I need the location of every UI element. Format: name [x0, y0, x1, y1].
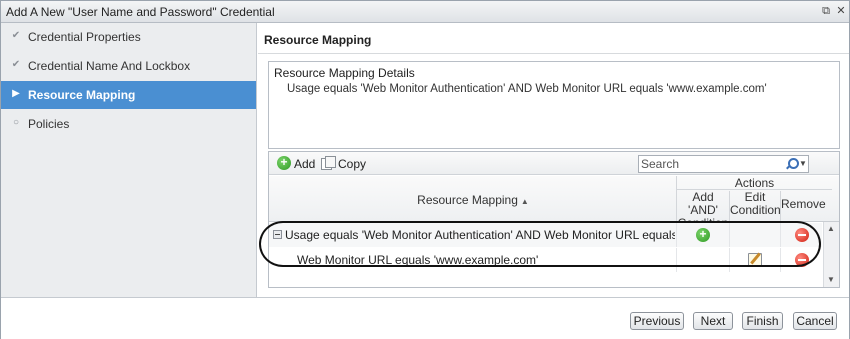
- finish-button[interactable]: Finish: [742, 312, 783, 330]
- remove-cell: [781, 223, 822, 247]
- dialog-title: Add A New "User Name and Password" Crede…: [6, 5, 275, 19]
- wizard-steps: ✔ Credential Properties ✔ Credential Nam…: [1, 23, 257, 297]
- column-label: Remove: [781, 197, 826, 211]
- copy-icon: [321, 156, 336, 170]
- grid-toolbar: + Add Copy ▼: [269, 152, 839, 175]
- step-credential-properties[interactable]: ✔ Credential Properties: [1, 23, 256, 51]
- search-box: ▼: [638, 155, 809, 173]
- row-text: Usage equals 'Web Monitor Authentication…: [285, 228, 675, 242]
- column-label: Edit: [744, 190, 766, 204]
- add-label: Add: [294, 157, 316, 171]
- details-text: Usage equals 'Web Monitor Authentication…: [287, 83, 767, 95]
- search-icon[interactable]: [785, 158, 799, 170]
- search-input[interactable]: [641, 157, 781, 171]
- add-condition-icon[interactable]: +: [696, 228, 710, 242]
- add-icon: +: [277, 156, 291, 170]
- step-policies[interactable]: ○ Policies: [1, 110, 256, 138]
- column-label: Add 'AND': [688, 190, 718, 217]
- circle-icon: ○: [12, 117, 20, 128]
- cancel-button[interactable]: Cancel: [793, 312, 837, 330]
- restore-icon[interactable]: ⧉: [819, 4, 833, 18]
- actions-group-header: Actions: [677, 176, 832, 190]
- mapping-cell: Web Monitor URL equals 'www.example.com': [269, 248, 677, 272]
- edit-cell: [730, 223, 781, 247]
- copy-label: Copy: [338, 157, 367, 171]
- column-label: Resource Mapping: [417, 193, 518, 207]
- scroll-up-icon[interactable]: ▲: [827, 224, 835, 233]
- vertical-scrollbar[interactable]: ▲ ▼: [823, 222, 839, 287]
- column-remove: Remove: [781, 191, 826, 222]
- add-and-cell: [677, 248, 730, 272]
- step-label: Policies: [28, 117, 70, 131]
- chevron-down-icon[interactable]: ▼: [799, 159, 807, 168]
- page-title: Resource Mapping: [264, 33, 372, 47]
- remove-cell: [781, 248, 822, 272]
- next-button[interactable]: Next: [693, 312, 733, 330]
- scroll-down-icon[interactable]: ▼: [827, 275, 835, 284]
- mapping-grid: + Add Copy ▼ Resource Mapping▲ Actions: [268, 151, 840, 288]
- remove-icon[interactable]: [795, 228, 809, 242]
- content-pane: Resource Mapping Resource Mapping Detail…: [258, 23, 849, 297]
- column-edit-condition: Edit Condition: [730, 191, 781, 222]
- dialog-footer: Previous Next Finish Cancel: [1, 297, 849, 339]
- mapping-cell: Usage equals 'Web Monitor Authentication…: [269, 223, 677, 247]
- play-arrow-icon: ▶: [12, 88, 20, 99]
- remove-icon[interactable]: [795, 253, 809, 267]
- step-label: Resource Mapping: [28, 88, 136, 102]
- row-text: Web Monitor URL equals 'www.example.com': [297, 253, 539, 267]
- close-icon[interactable]: ✕: [834, 4, 848, 18]
- column-add-and-condition: Add 'AND' Condition: [677, 190, 730, 230]
- table-row[interactable]: Usage equals 'Web Monitor Authentication…: [269, 223, 822, 247]
- table-row[interactable]: Web Monitor URL equals 'www.example.com': [269, 248, 822, 272]
- heading-divider: [258, 53, 849, 54]
- checkmark-icon: ✔: [11, 59, 21, 70]
- credential-dialog: Add A New "User Name and Password" Crede…: [0, 0, 850, 339]
- step-credential-name-lockbox[interactable]: ✔ Credential Name And Lockbox: [1, 52, 256, 80]
- previous-button[interactable]: Previous: [630, 312, 684, 330]
- step-resource-mapping[interactable]: ▶ Resource Mapping: [1, 81, 256, 109]
- step-label: Credential Name And Lockbox: [28, 59, 191, 73]
- details-title: Resource Mapping Details: [274, 66, 415, 80]
- column-header: Resource Mapping▲ Actions Add 'AND' Cond…: [269, 176, 839, 230]
- checkmark-icon: ✔: [11, 30, 21, 41]
- details-panel: Resource Mapping Details Usage equals 'W…: [268, 61, 840, 149]
- collapse-icon[interactable]: [273, 230, 282, 239]
- title-bar: Add A New "User Name and Password" Crede…: [1, 1, 849, 23]
- edit-cell: [730, 248, 781, 272]
- edit-icon[interactable]: [748, 253, 762, 267]
- column-resource-mapping[interactable]: Resource Mapping ▲: [269, 176, 677, 222]
- column-label: Condition: [730, 203, 781, 217]
- sort-ascending-icon: ▲: [520, 197, 529, 206]
- step-label: Credential Properties: [28, 30, 141, 44]
- add-and-cell: +: [677, 223, 730, 247]
